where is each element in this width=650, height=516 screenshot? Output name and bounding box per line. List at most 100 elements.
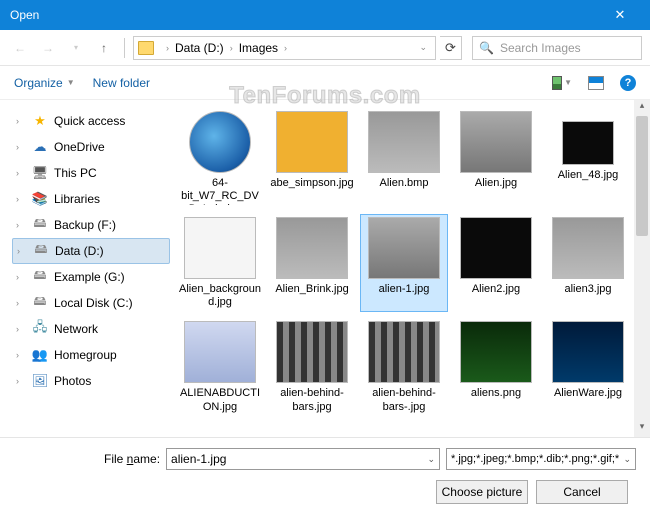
- refresh-button[interactable]: ⟳: [440, 36, 462, 60]
- file-item[interactable]: AlienWare.jpg: [544, 318, 632, 416]
- filename-label: File name:: [14, 452, 160, 466]
- toolbar: Organize ▼ New folder ▼ ?: [0, 66, 650, 100]
- recent-dropdown[interactable]: ▾: [64, 36, 88, 60]
- drive-icon: 🖴: [32, 217, 48, 233]
- thumbnail: [368, 321, 440, 383]
- forward-button[interactable]: →: [36, 36, 60, 60]
- drive-icon: 🖴: [32, 295, 48, 311]
- thumbnail: [460, 217, 532, 279]
- sidebar-item-network[interactable]: ›🖧Network: [12, 316, 170, 342]
- chevron-down-icon[interactable]: ⌄: [427, 454, 435, 465]
- chevron-down-icon[interactable]: ⌄: [623, 454, 631, 465]
- chevron-down-icon: ▼: [67, 78, 75, 87]
- breadcrumb-dropdown[interactable]: ⌄: [415, 42, 431, 53]
- file-item[interactable]: Alien_48.jpg: [544, 108, 632, 208]
- main-area: ›★Quick access ›☁OneDrive ›🖥This PC ›📚Li…: [0, 100, 650, 437]
- file-grid: 64-bit_W7_RC_DVD_Label.png abe_simpson.j…: [176, 108, 644, 417]
- thumbnail: [368, 111, 440, 173]
- thumbnail: [189, 111, 251, 173]
- thumbnail: [460, 111, 532, 173]
- thumbnail: [184, 217, 256, 279]
- filename-input[interactable]: alien-1.jpg ⌄: [166, 448, 440, 470]
- drive-icon: 🖴: [32, 269, 48, 285]
- breadcrumb-sep: ›: [230, 43, 233, 53]
- file-item[interactable]: Alien.bmp: [360, 108, 448, 208]
- panel-icon: [588, 76, 604, 90]
- up-button[interactable]: ↑: [92, 36, 116, 60]
- scroll-down-arrow[interactable]: ▾: [634, 421, 650, 437]
- navbar: ← → ▾ ↑ › Data (D:) › Images › ⌄ ⟳ 🔍 Sea…: [0, 30, 650, 66]
- choose-picture-button[interactable]: Choose picture: [436, 480, 528, 504]
- file-item[interactable]: Alien2.jpg: [452, 214, 540, 312]
- sidebar-item-onedrive[interactable]: ›☁OneDrive: [12, 134, 170, 160]
- nav-separator: [124, 38, 125, 58]
- thumbnail: [562, 121, 614, 165]
- window-title: Open: [10, 8, 600, 22]
- file-item[interactable]: Alien.jpg: [452, 108, 540, 208]
- sidebar-item-photos[interactable]: ›🖼Photos: [12, 368, 170, 394]
- homegroup-icon: 👥: [32, 347, 48, 363]
- thumbnail: [276, 111, 348, 173]
- bottom-panel: File name: alien-1.jpg ⌄ *.jpg;*.jpeg;*.…: [0, 437, 650, 516]
- thumbnail: [276, 321, 348, 383]
- sidebar-item-data[interactable]: ›🖴Data (D:): [12, 238, 170, 264]
- libraries-icon: 📚: [32, 191, 48, 207]
- close-button[interactable]: ✕: [600, 7, 640, 23]
- sidebar: ›★Quick access ›☁OneDrive ›🖥This PC ›📚Li…: [0, 100, 170, 437]
- network-icon: 🖧: [32, 321, 48, 337]
- scroll-thumb[interactable]: [636, 116, 648, 236]
- sidebar-item-quick-access[interactable]: ›★Quick access: [12, 108, 170, 134]
- sidebar-item-example[interactable]: ›🖴Example (G:): [12, 264, 170, 290]
- organize-menu[interactable]: Organize ▼: [14, 76, 75, 90]
- file-item[interactable]: alien-behind-bars.jpg: [268, 318, 356, 416]
- back-button[interactable]: ←: [8, 36, 32, 60]
- drive-icon: 🖴: [33, 243, 49, 259]
- help-button[interactable]: ?: [620, 75, 636, 91]
- breadcrumb[interactable]: › Data (D:) › Images › ⌄: [133, 36, 436, 60]
- breadcrumb-seg1[interactable]: Data (D:): [175, 41, 224, 55]
- file-item[interactable]: Alien_Brink.jpg: [268, 214, 356, 312]
- file-item[interactable]: ALIENABDUCTION.jpg: [176, 318, 264, 416]
- file-item[interactable]: aliens.png: [452, 318, 540, 416]
- star-icon: ★: [32, 113, 48, 129]
- sidebar-item-libraries[interactable]: ›📚Libraries: [12, 186, 170, 212]
- file-item[interactable]: alien3.jpg: [544, 214, 632, 312]
- titlebar: Open ✕: [0, 0, 650, 30]
- sidebar-item-this-pc[interactable]: ›🖥This PC: [12, 160, 170, 186]
- photos-icon: 🖼: [32, 373, 48, 389]
- file-item[interactable]: abe_simpson.jpg: [268, 108, 356, 208]
- breadcrumb-sep: ›: [284, 43, 287, 53]
- folder-icon: [138, 41, 154, 55]
- new-folder-button[interactable]: New folder: [93, 76, 150, 90]
- filename-row: File name: alien-1.jpg ⌄ *.jpg;*.jpeg;*.…: [14, 448, 636, 470]
- search-placeholder: Search Images: [500, 41, 581, 55]
- picture-icon: [552, 76, 562, 90]
- thumbnail: [552, 321, 624, 383]
- breadcrumb-sep: ›: [166, 43, 169, 53]
- thumbnail: [552, 217, 624, 279]
- file-item[interactable]: alien-behind-bars-.jpg: [360, 318, 448, 416]
- search-input[interactable]: 🔍 Search Images: [472, 36, 642, 60]
- pc-icon: 🖥: [32, 165, 48, 181]
- file-item[interactable]: 64-bit_W7_RC_DVD_Label.png: [176, 108, 264, 208]
- filetype-select[interactable]: *.jpg;*.jpeg;*.bmp;*.dib;*.png;*.gif;*.j…: [446, 448, 636, 470]
- sidebar-item-homegroup[interactable]: ›👥Homegroup: [12, 342, 170, 368]
- thumbnail: [368, 217, 440, 279]
- thumbnail: [184, 321, 256, 383]
- file-item[interactable]: alien-1.jpg: [360, 214, 448, 312]
- cancel-button[interactable]: Cancel: [536, 480, 628, 504]
- breadcrumb-seg2[interactable]: Images: [239, 41, 278, 55]
- button-row: Choose picture Cancel: [14, 480, 636, 504]
- thumbnail: [460, 321, 532, 383]
- file-content-area: 64-bit_W7_RC_DVD_Label.png abe_simpson.j…: [170, 100, 650, 437]
- scrollbar[interactable]: ▴ ▾: [634, 100, 650, 437]
- view-menu[interactable]: ▼: [552, 75, 572, 91]
- preview-pane-button[interactable]: [586, 75, 606, 91]
- thumbnail: [276, 217, 348, 279]
- search-icon: 🔍: [479, 41, 494, 55]
- sidebar-item-backup[interactable]: ›🖴Backup (F:): [12, 212, 170, 238]
- cloud-icon: ☁: [32, 139, 48, 155]
- file-item[interactable]: Alien_background.jpg: [176, 214, 264, 312]
- sidebar-item-local-disk[interactable]: ›🖴Local Disk (C:): [12, 290, 170, 316]
- scroll-up-arrow[interactable]: ▴: [634, 100, 650, 116]
